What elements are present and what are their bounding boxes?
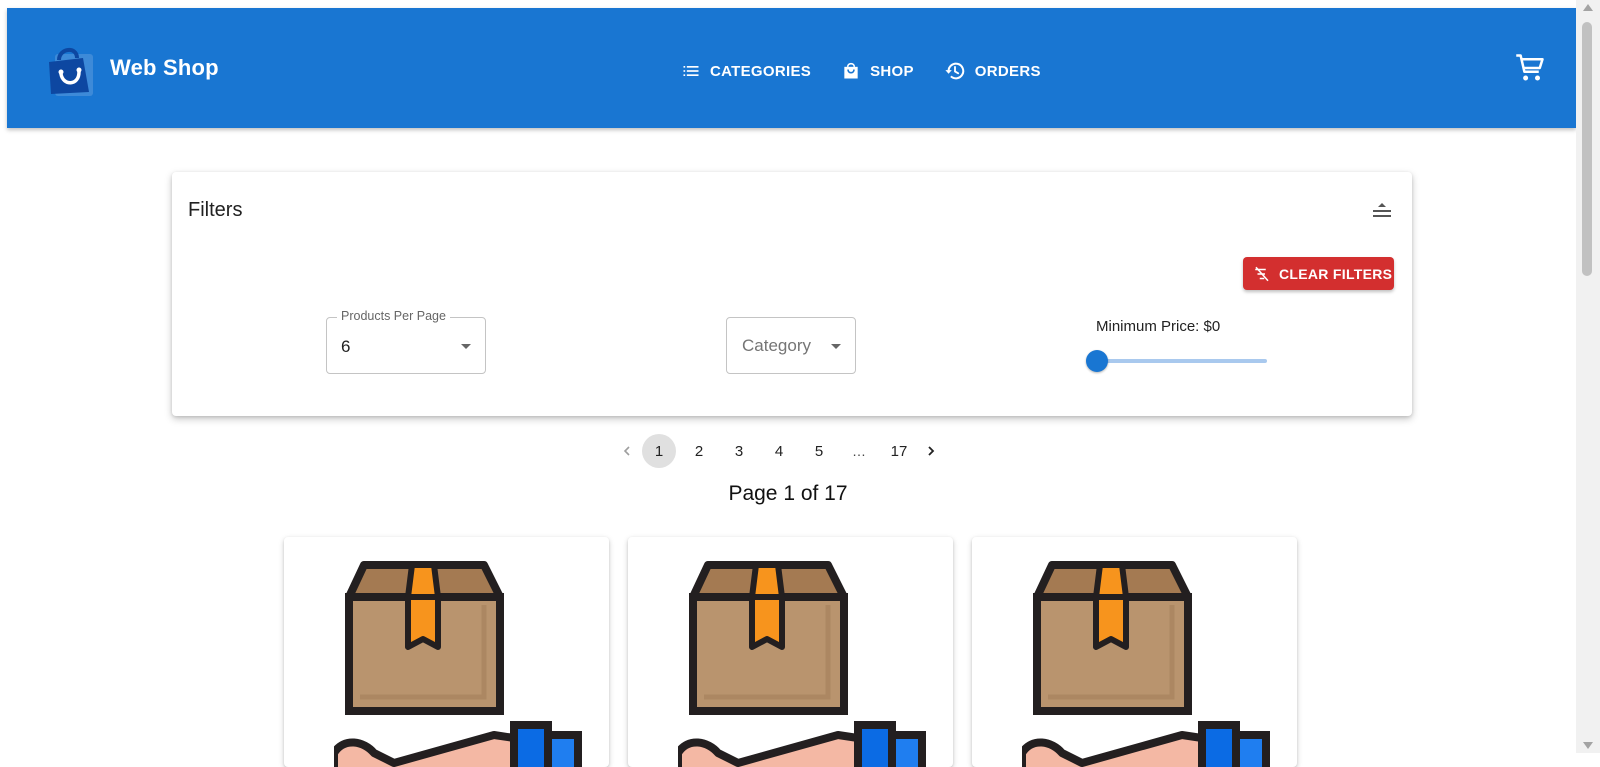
min-price-label: Minimum Price: $0 xyxy=(1096,318,1221,335)
products-per-page-select[interactable]: Products Per Page 6 xyxy=(326,309,486,374)
pagination: 1 2 3 4 5 … 17 xyxy=(615,434,943,468)
prev-page-button[interactable] xyxy=(615,434,639,468)
package-delivery-icon xyxy=(1022,561,1270,767)
scrollbar-thumb[interactable] xyxy=(1582,22,1592,276)
page-status: Page 1 of 17 xyxy=(728,482,848,505)
nav-shop[interactable]: SHOP xyxy=(841,58,914,84)
clear-filters-button[interactable]: CLEAR FILTERS xyxy=(1243,257,1394,290)
chevron-down-icon xyxy=(831,344,841,349)
clear-filters-label: CLEAR FILTERS xyxy=(1279,265,1393,282)
chevron-right-icon xyxy=(928,446,935,456)
app-bar: Web Shop CATEGORIES SHOP ORDERS xyxy=(7,8,1576,128)
chevron-down-icon xyxy=(461,344,471,349)
shop-logo-icon[interactable] xyxy=(43,44,99,100)
nav-orders[interactable]: ORDERS xyxy=(944,58,1041,84)
cart-icon xyxy=(1516,54,1544,81)
filter-off-icon xyxy=(1255,266,1269,281)
min-price-slider-track[interactable] xyxy=(1097,359,1267,363)
min-price-slider-thumb[interactable] xyxy=(1086,350,1108,372)
nav-shop-label: SHOP xyxy=(870,62,914,80)
main-nav: CATEGORIES SHOP ORDERS xyxy=(681,58,1071,84)
history-icon xyxy=(945,62,965,80)
product-card[interactable] xyxy=(284,537,609,767)
list-icon xyxy=(683,66,699,76)
app-title[interactable]: Web Shop xyxy=(110,55,219,81)
category-select[interactable]: Category xyxy=(726,317,856,374)
cart-button[interactable] xyxy=(1515,53,1549,87)
nav-categories-label: CATEGORIES xyxy=(710,62,812,80)
nav-categories[interactable]: CATEGORIES xyxy=(681,58,811,84)
package-delivery-icon xyxy=(334,561,582,767)
page-button-1[interactable]: 1 xyxy=(642,434,676,468)
page-button-last[interactable]: 17 xyxy=(882,434,916,468)
page-button-2[interactable]: 2 xyxy=(682,434,716,468)
products-per-page-value: 6 xyxy=(341,337,351,356)
nav-orders-label: ORDERS xyxy=(974,62,1041,80)
page-button-5[interactable]: 5 xyxy=(802,434,836,468)
scroll-up-arrow-icon[interactable] xyxy=(1583,4,1593,11)
scroll-down-arrow-icon[interactable] xyxy=(1583,742,1593,749)
chevron-left-icon xyxy=(623,446,630,456)
shopping-bag-icon xyxy=(844,62,858,79)
products-per-page-label: Products Per Page xyxy=(337,309,450,323)
page-button-4[interactable]: 4 xyxy=(762,434,796,468)
collapse-icon xyxy=(1373,203,1391,217)
next-page-button[interactable] xyxy=(919,434,943,468)
package-delivery-icon xyxy=(678,561,926,767)
filters-title: Filters xyxy=(188,199,243,221)
page-ellipsis: … xyxy=(852,443,866,459)
page-button-3[interactable]: 3 xyxy=(722,434,756,468)
category-placeholder: Category xyxy=(742,336,811,355)
product-card[interactable] xyxy=(972,537,1297,767)
filters-panel: Filters CLEAR FILTERS Products Per Page … xyxy=(172,172,1412,416)
collapse-filters-button[interactable] xyxy=(1368,196,1396,224)
product-card[interactable] xyxy=(628,537,953,767)
vertical-scrollbar[interactable] xyxy=(1576,0,1600,753)
